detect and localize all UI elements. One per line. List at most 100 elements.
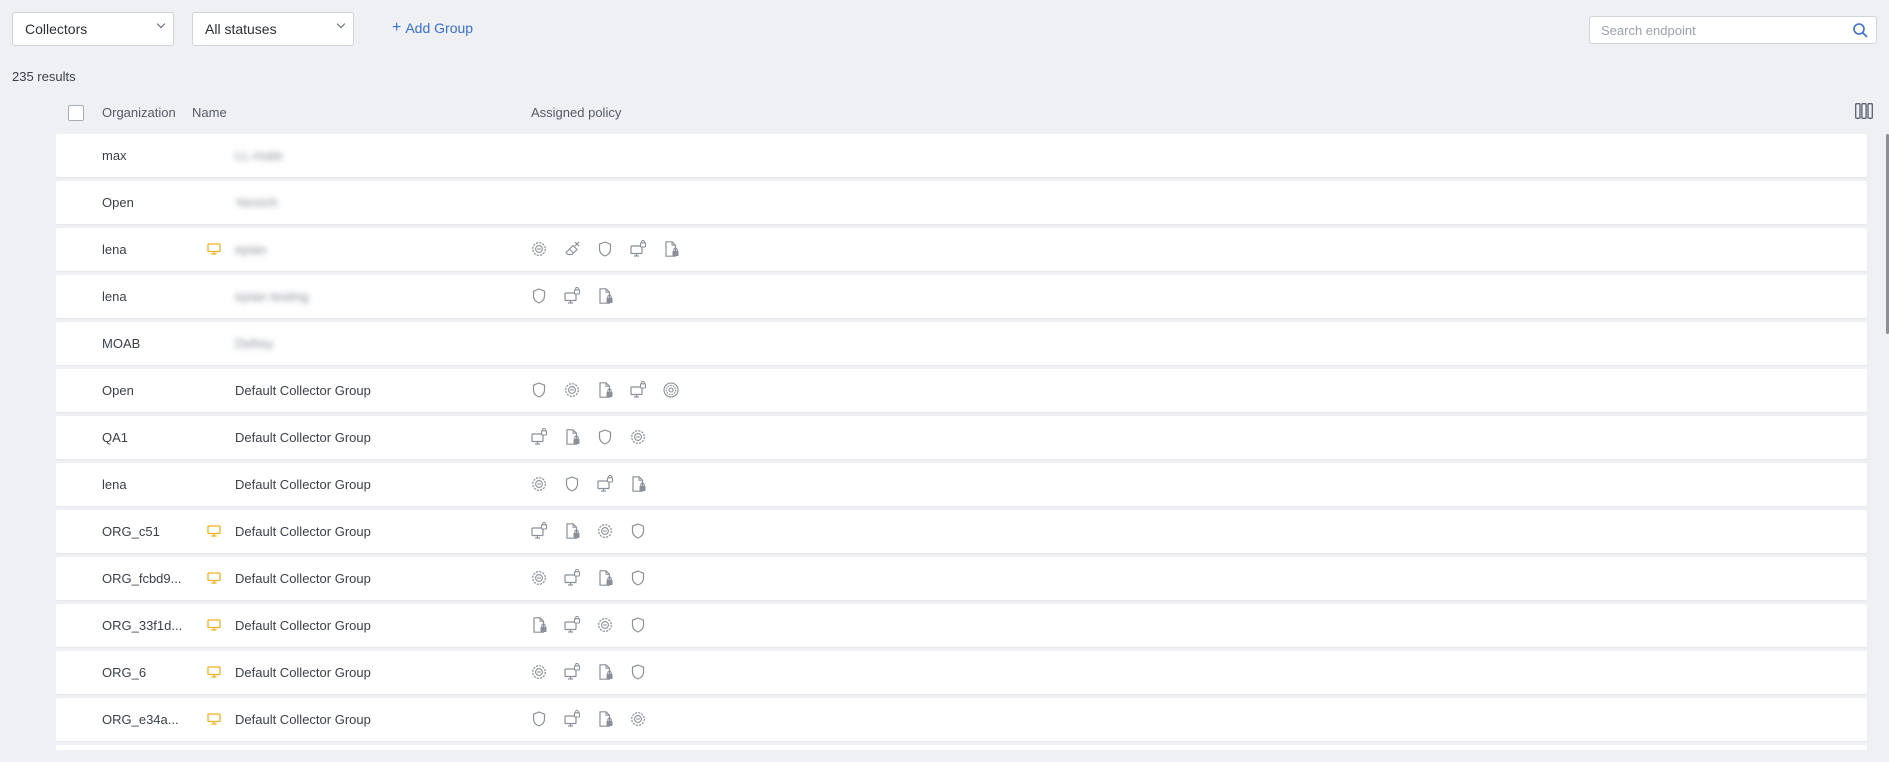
table-row[interactable]: lena Default Collector Group bbox=[56, 463, 1867, 506]
table-row[interactable] bbox=[56, 745, 1867, 750]
shield-policy-icon[interactable] bbox=[596, 428, 614, 446]
monitor-lock-policy-icon[interactable] bbox=[530, 522, 548, 540]
assigned-policy-cell bbox=[530, 710, 647, 728]
table-row[interactable]: MOAB Defrey bbox=[56, 322, 1867, 365]
column-header-assigned-policy[interactable]: Assigned policy bbox=[531, 105, 621, 120]
group-name-cell[interactable]: epian bbox=[235, 242, 267, 257]
shield-policy-icon[interactable] bbox=[596, 240, 614, 258]
shield-policy-icon[interactable] bbox=[530, 381, 548, 399]
organization-cell: ORG_6 bbox=[102, 665, 147, 680]
column-header-organization[interactable]: Organization bbox=[102, 105, 176, 120]
table-row[interactable]: lena epian bbox=[56, 228, 1867, 271]
monitor-lock-policy-icon[interactable] bbox=[629, 240, 647, 258]
gear-policy-icon[interactable] bbox=[596, 522, 614, 540]
table-row[interactable]: ORG_fcbd9... Default Collector Group bbox=[56, 557, 1867, 600]
table-row[interactable]: QA1 Default Collector Group bbox=[56, 416, 1867, 459]
assigned-policy-cell bbox=[530, 240, 680, 258]
monitor-lock-policy-icon[interactable] bbox=[596, 475, 614, 493]
organization-cell: max bbox=[102, 148, 127, 163]
table-row[interactable]: ORG_6 Default Collector Group bbox=[56, 651, 1867, 694]
gear-policy-icon[interactable] bbox=[530, 240, 548, 258]
file-lock-policy-icon[interactable] bbox=[662, 240, 680, 258]
file-lock-policy-icon[interactable] bbox=[629, 475, 647, 493]
organization-cell: lena bbox=[102, 477, 127, 492]
group-name-cell[interactable]: Default Collector Group bbox=[235, 383, 371, 398]
organization-cell: MOAB bbox=[102, 336, 141, 351]
add-group-label: Add Group bbox=[405, 20, 474, 36]
group-name-cell[interactable]: LL-mate bbox=[235, 148, 283, 163]
group-name-cell[interactable]: Default Collector Group bbox=[235, 571, 371, 586]
table-header: Organization Name Assigned policy bbox=[56, 98, 1877, 126]
gear-policy-icon[interactable] bbox=[530, 663, 548, 681]
table-row[interactable]: ORG_e34a... Default Collector Group bbox=[56, 698, 1867, 741]
monitor-lock-policy-icon[interactable] bbox=[629, 381, 647, 399]
group-name-cell[interactable]: epian testing bbox=[235, 289, 309, 304]
group-name-cell[interactable]: Default Collector Group bbox=[235, 618, 371, 633]
group-type-dropdown[interactable]: Collectors bbox=[12, 12, 174, 46]
search-input[interactable] bbox=[1590, 17, 1830, 43]
target-policy-icon[interactable] bbox=[662, 381, 680, 399]
shield-policy-icon[interactable] bbox=[530, 287, 548, 305]
monitor-lock-policy-icon[interactable] bbox=[563, 710, 581, 728]
group-name-cell[interactable]: Default Collector Group bbox=[235, 524, 371, 539]
table-row[interactable]: ORG_33f1d... Default Collector Group bbox=[56, 604, 1867, 647]
group-name-cell[interactable]: Default Collector Group bbox=[235, 665, 371, 680]
gear-policy-icon[interactable] bbox=[629, 710, 647, 728]
table-row[interactable]: Open Yenrich bbox=[56, 181, 1867, 224]
group-name-cell[interactable]: Default Collector Group bbox=[235, 430, 371, 445]
organization-cell: QA1 bbox=[102, 430, 129, 445]
shield-policy-icon[interactable] bbox=[530, 710, 548, 728]
file-lock-policy-icon[interactable] bbox=[530, 616, 548, 634]
gear-policy-icon[interactable] bbox=[530, 569, 548, 587]
select-all-checkbox[interactable] bbox=[68, 105, 84, 121]
shield-policy-icon[interactable] bbox=[629, 616, 647, 634]
table-row[interactable]: ORG_c51 Default Collector Group bbox=[56, 510, 1867, 553]
table-row[interactable]: max LL-mate bbox=[56, 134, 1867, 177]
columns-settings-icon[interactable] bbox=[1855, 103, 1873, 119]
monitor-lock-policy-icon[interactable] bbox=[563, 287, 581, 305]
file-lock-policy-icon[interactable] bbox=[596, 710, 614, 728]
eraser-policy-icon[interactable] bbox=[563, 240, 581, 258]
plus-icon: + bbox=[392, 19, 402, 36]
search-box bbox=[1589, 16, 1877, 44]
file-lock-policy-icon[interactable] bbox=[596, 381, 614, 399]
monitor-icon bbox=[207, 713, 221, 725]
monitor-lock-policy-icon[interactable] bbox=[563, 663, 581, 681]
assigned-policy-cell bbox=[530, 287, 614, 305]
shield-policy-icon[interactable] bbox=[629, 569, 647, 587]
file-lock-policy-icon[interactable] bbox=[563, 522, 581, 540]
add-group-button[interactable]: + Add Group bbox=[392, 19, 474, 37]
file-lock-policy-icon[interactable] bbox=[596, 287, 614, 305]
search-icon[interactable] bbox=[1852, 22, 1868, 38]
monitor-lock-policy-icon[interactable] bbox=[563, 569, 581, 587]
monitor-lock-policy-icon[interactable] bbox=[563, 616, 581, 634]
table-row[interactable]: Open Default Collector Group bbox=[56, 369, 1867, 412]
shield-policy-icon[interactable] bbox=[629, 522, 647, 540]
group-name-cell[interactable]: Defrey bbox=[235, 336, 273, 351]
assigned-policy-cell bbox=[530, 428, 647, 446]
table-row[interactable]: lena epian testing bbox=[56, 275, 1867, 318]
chevron-down-icon bbox=[156, 19, 166, 29]
file-lock-policy-icon[interactable] bbox=[596, 663, 614, 681]
group-name-cell[interactable]: Default Collector Group bbox=[235, 712, 371, 727]
gear-policy-icon[interactable] bbox=[596, 616, 614, 634]
group-name-cell[interactable]: Yenrich bbox=[235, 195, 278, 210]
gear-policy-icon[interactable] bbox=[530, 475, 548, 493]
organization-cell: Open bbox=[102, 195, 134, 210]
monitor-lock-policy-icon[interactable] bbox=[530, 428, 548, 446]
monitor-icon bbox=[207, 243, 221, 255]
organization-cell: ORG_fcbd9... bbox=[102, 571, 182, 586]
file-lock-policy-icon[interactable] bbox=[563, 428, 581, 446]
collector-groups-table: max LL-mate Open Yenrich lena epian lena epian … bbox=[56, 134, 1879, 750]
organization-cell: ORG_33f1d... bbox=[102, 618, 183, 633]
assigned-policy-cell bbox=[530, 381, 680, 399]
gear-policy-icon[interactable] bbox=[563, 381, 581, 399]
group-name-cell[interactable]: Default Collector Group bbox=[235, 477, 371, 492]
toolbar: Collectors All statuses + Add Group bbox=[12, 12, 1877, 46]
column-header-name[interactable]: Name bbox=[192, 105, 227, 120]
file-lock-policy-icon[interactable] bbox=[596, 569, 614, 587]
shield-policy-icon[interactable] bbox=[563, 475, 581, 493]
shield-policy-icon[interactable] bbox=[629, 663, 647, 681]
status-dropdown[interactable]: All statuses bbox=[192, 12, 354, 46]
gear-policy-icon[interactable] bbox=[629, 428, 647, 446]
